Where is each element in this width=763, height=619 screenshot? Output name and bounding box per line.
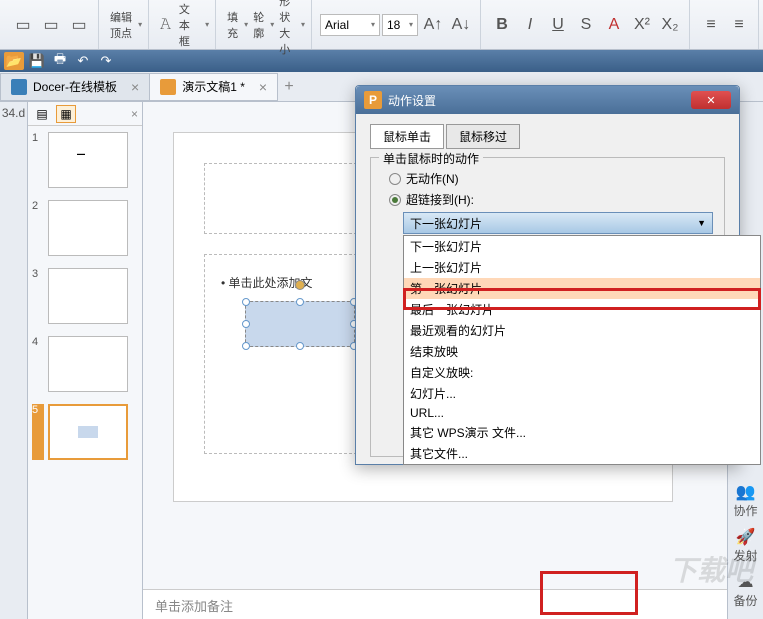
tab-presentation[interactable]: 演示文稿1 * × bbox=[149, 73, 278, 101]
collab-icon: 👥 bbox=[733, 482, 757, 502]
font-family-combo[interactable]: Arial▾ bbox=[320, 14, 380, 36]
print-icon[interactable]: 🖶 bbox=[50, 52, 70, 70]
resize-handle[interactable] bbox=[296, 298, 304, 306]
app-p-icon: P bbox=[364, 91, 382, 109]
slide-thumb[interactable]: 2 bbox=[32, 200, 138, 256]
dropdown-item[interactable]: 自定义放映: bbox=[404, 362, 760, 383]
tab-close-icon[interactable]: × bbox=[259, 79, 267, 95]
outline-view-icon[interactable]: ▤ bbox=[32, 105, 52, 123]
launch-button[interactable]: 🚀发射 bbox=[733, 527, 757, 564]
underline-button[interactable]: U bbox=[545, 12, 571, 38]
sidebar-label: 34.d bbox=[0, 106, 27, 120]
italic-button[interactable]: I bbox=[517, 12, 543, 38]
dropdown-item[interactable]: 上一张幻灯片 bbox=[404, 257, 760, 278]
resize-handle[interactable] bbox=[242, 320, 250, 328]
tab-close-icon[interactable]: × bbox=[131, 79, 139, 95]
textbox-label[interactable]: 文本框 bbox=[176, 1, 202, 49]
slide-thumb[interactable]: 1▬▬ bbox=[32, 132, 138, 188]
undo-icon[interactable]: ↶ bbox=[73, 52, 93, 70]
font-shrink-icon[interactable]: A↓ bbox=[448, 12, 474, 38]
rocket-icon: 🚀 bbox=[733, 527, 757, 547]
dropdown-item[interactable]: URL... bbox=[404, 404, 760, 422]
redo-icon[interactable]: ↷ bbox=[96, 52, 116, 70]
rotate-handle[interactable] bbox=[295, 280, 305, 290]
action-fieldset: 单击鼠标时的动作 无动作(N) 超链接到(H): 下一张幻灯片 ▼ 下一张幻灯片… bbox=[370, 157, 725, 457]
save-icon[interactable]: 💾 bbox=[27, 52, 47, 70]
chevron-down-icon: ▼ bbox=[697, 218, 706, 228]
open-folder-icon[interactable]: 📂 bbox=[4, 52, 24, 70]
selected-shape[interactable] bbox=[245, 301, 355, 347]
outline-label[interactable]: 轮廓 bbox=[250, 9, 267, 41]
panel-close-icon[interactable]: × bbox=[131, 107, 138, 121]
notes-bar[interactable]: 单击添加备注 bbox=[143, 589, 727, 619]
dropdown-item[interactable]: 最后一张幻灯片 bbox=[404, 299, 760, 320]
shape-rect-icon[interactable]: ▭ bbox=[10, 12, 36, 38]
fill-label[interactable]: 填充 bbox=[224, 9, 241, 41]
resize-handle[interactable] bbox=[242, 298, 250, 306]
dropdown-item[interactable]: 其它 WPS演示 文件... bbox=[404, 422, 760, 443]
slide-thumb[interactable]: 4 bbox=[32, 336, 138, 392]
hyperlink-combo[interactable]: 下一张幻灯片 ▼ 下一张幻灯片 上一张幻灯片 第一张幻灯片 最后一张幻灯片 最近… bbox=[403, 212, 713, 234]
font-grow-icon[interactable]: A↑ bbox=[420, 12, 446, 38]
resize-handle[interactable] bbox=[242, 342, 250, 350]
thumbnail-view-icon[interactable]: ▦ bbox=[56, 105, 76, 123]
dialog-titlebar[interactable]: P 动作设置 ✕ bbox=[356, 86, 739, 114]
tab-docer[interactable]: Docer-在线模板 × bbox=[0, 73, 150, 101]
shape-more-icon[interactable]: ▭ bbox=[66, 12, 92, 38]
font-color-button[interactable]: A bbox=[601, 12, 627, 38]
close-button[interactable]: ✕ bbox=[691, 91, 731, 109]
textbox-icon[interactable]: 𝙰 bbox=[157, 12, 174, 38]
font-size-combo[interactable]: 18▾ bbox=[382, 14, 418, 36]
backup-button[interactable]: ☁备份 bbox=[733, 572, 757, 609]
ribbon-toolbar: ▭ ▭ ▭ 编辑顶点▾ 𝙰 文本框▾ 填充▾ 轮廓▾ 形状大小▾ Arial▾ … bbox=[0, 0, 763, 50]
shadow-button[interactable]: S bbox=[573, 12, 599, 38]
dropdown-item[interactable]: 其它文件... bbox=[404, 443, 760, 464]
slide-thumb[interactable]: 3 bbox=[32, 268, 138, 324]
numbering-icon[interactable]: ≡ bbox=[726, 12, 752, 38]
dropdown-item-highlighted[interactable]: 第一张幻灯片 bbox=[404, 278, 760, 299]
edit-anchor-label[interactable]: 编辑顶点 bbox=[107, 9, 135, 41]
tab-mouse-over[interactable]: 鼠标移过 bbox=[446, 124, 520, 149]
action-settings-dialog: P 动作设置 ✕ 鼠标单击 鼠标移过 单击鼠标时的动作 无动作(N) 超链接到(… bbox=[355, 85, 740, 465]
presentation-icon bbox=[160, 79, 176, 95]
dropdown-item[interactable]: 最近观看的幻灯片 bbox=[404, 320, 760, 341]
tab-label: Docer-在线模板 bbox=[33, 78, 117, 95]
hyperlink-dropdown: 下一张幻灯片 上一张幻灯片 第一张幻灯片 最后一张幻灯片 最近观看的幻灯片 结束… bbox=[403, 235, 761, 465]
collab-button[interactable]: 👥协作 bbox=[733, 482, 757, 519]
left-sidebar: 34.d bbox=[0, 102, 28, 619]
dropdown-item[interactable]: 下一张幻灯片 bbox=[404, 236, 760, 257]
resize-handle[interactable] bbox=[296, 342, 304, 350]
subscript-button[interactable]: X₂ bbox=[657, 12, 683, 38]
radio-hyperlink[interactable]: 超链接到(H): bbox=[389, 191, 714, 208]
slide-panel: ▤ ▦ × 1▬▬ 2 3 4 5 bbox=[28, 102, 143, 619]
shape-rect2-icon[interactable]: ▭ bbox=[38, 12, 64, 38]
tab-mouse-click[interactable]: 鼠标单击 bbox=[370, 124, 444, 149]
backup-icon: ☁ bbox=[733, 572, 757, 592]
dropdown-item[interactable]: 幻灯片... bbox=[404, 383, 760, 404]
thumbnail-list: 1▬▬ 2 3 4 5 bbox=[28, 126, 142, 478]
tab-label: 演示文稿1 * bbox=[182, 78, 245, 95]
bold-button[interactable]: B bbox=[489, 12, 515, 38]
docer-icon bbox=[11, 79, 27, 95]
radio-no-action[interactable]: 无动作(N) bbox=[389, 170, 714, 187]
bullets-icon[interactable]: ≡ bbox=[698, 12, 724, 38]
slide-thumb-selected[interactable]: 5 bbox=[32, 404, 138, 460]
size-label[interactable]: 形状大小 bbox=[276, 0, 298, 57]
fieldset-legend: 单击鼠标时的动作 bbox=[379, 150, 483, 167]
quick-access-bar: 📂 💾 🖶 ↶ ↷ bbox=[0, 50, 763, 72]
dialog-title: 动作设置 bbox=[388, 92, 436, 109]
superscript-button[interactable]: X² bbox=[629, 12, 655, 38]
tab-add-button[interactable]: + bbox=[277, 78, 301, 96]
dropdown-item[interactable]: 结束放映 bbox=[404, 341, 760, 362]
